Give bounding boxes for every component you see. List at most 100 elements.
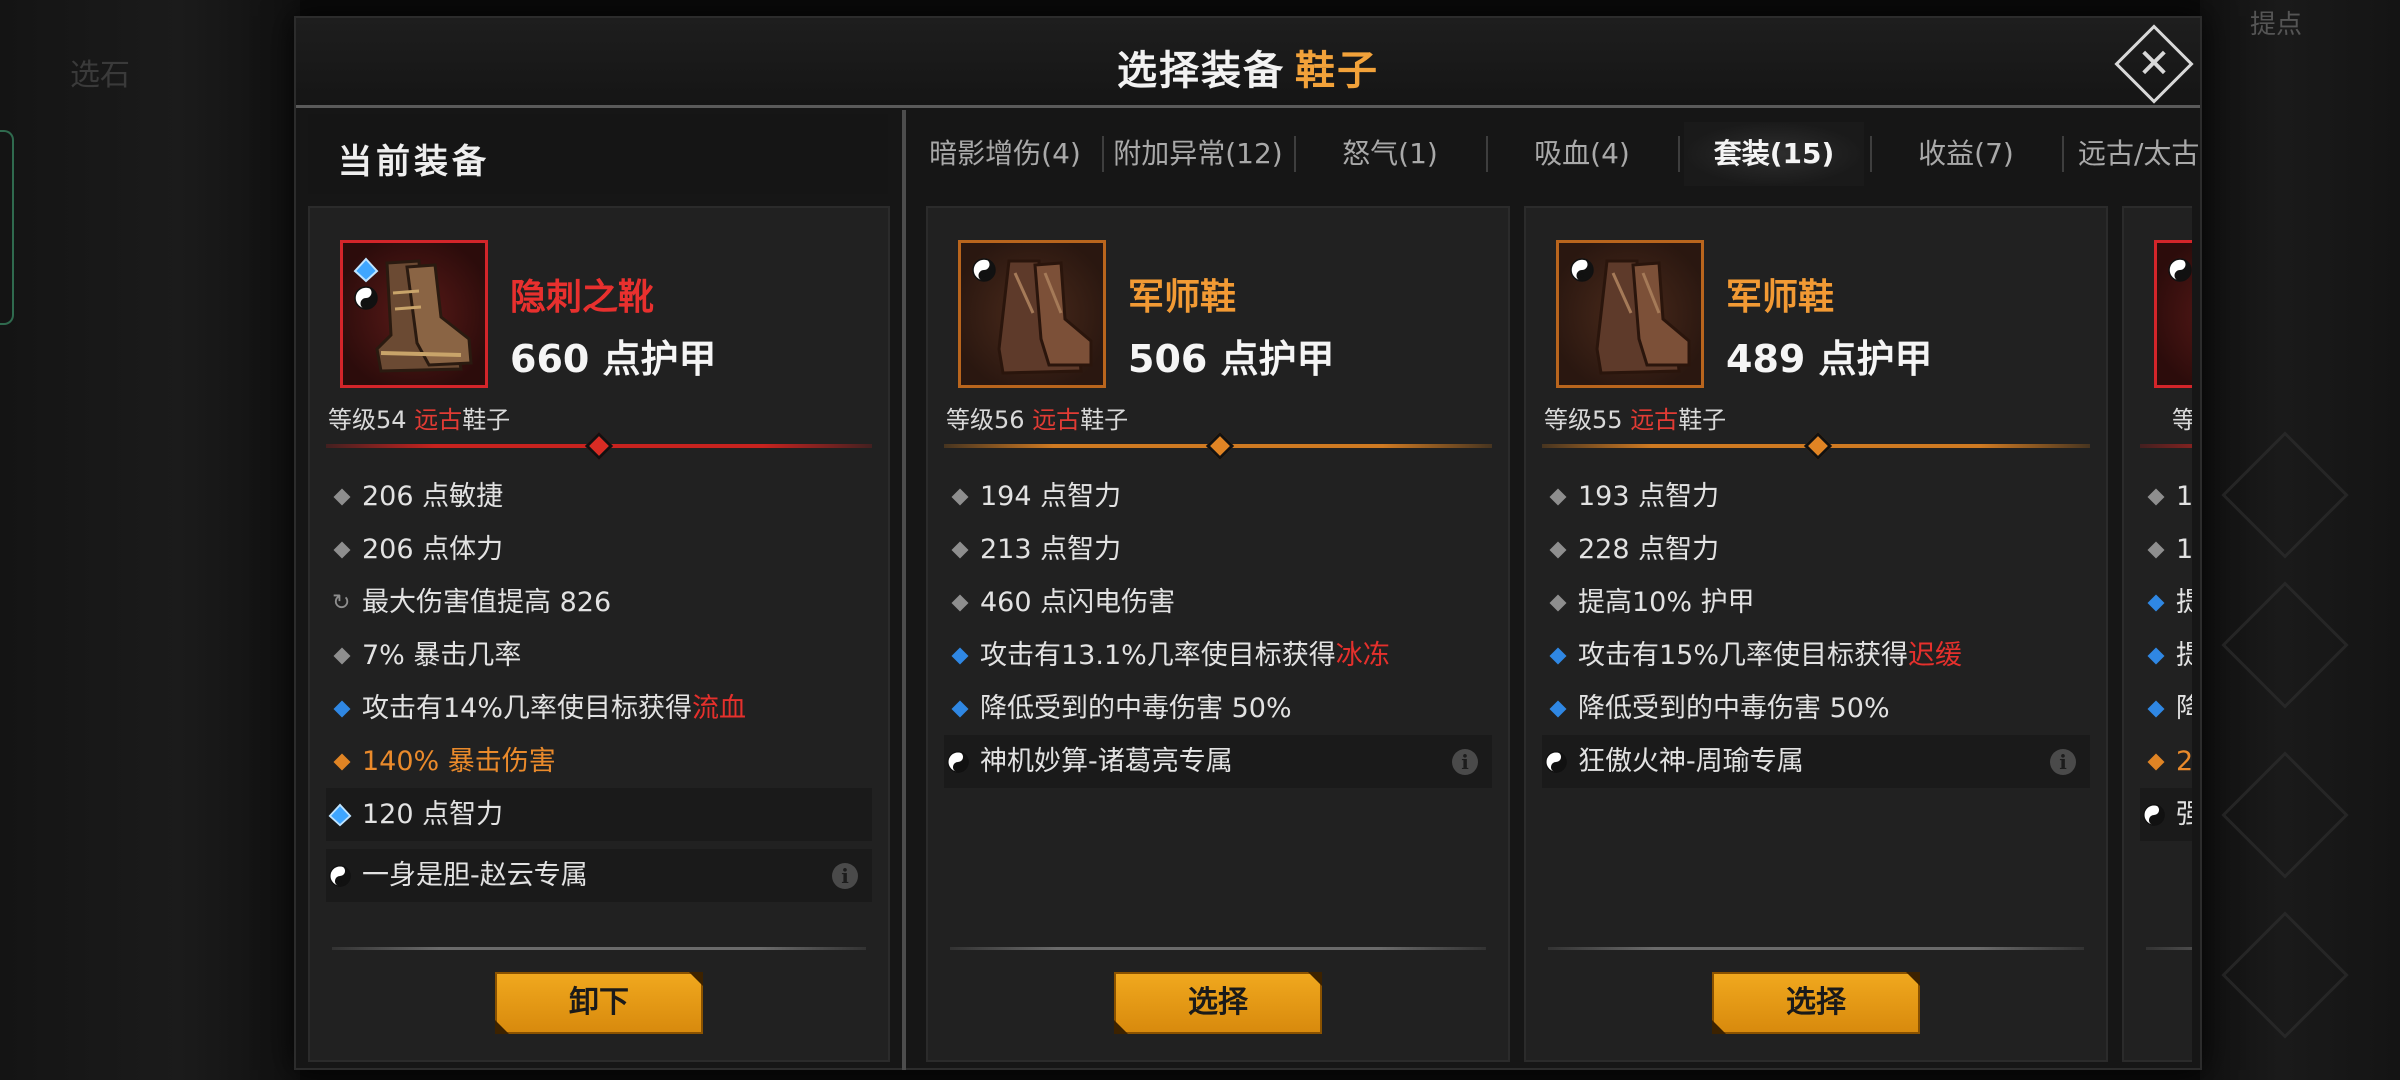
stat-bullet-icon: [2147, 488, 2165, 505]
divider-diamond: [1803, 431, 1833, 461]
stat-list: 193 点智力 228 点智力 提高10% 护甲 攻击有15%几率使目标获得迟缓…: [1542, 470, 2090, 788]
stat-bullet-icon: [2147, 541, 2165, 558]
stat-text: 206 点敏捷: [362, 481, 504, 512]
background-left-panel: [0, 0, 300, 1080]
stat-line: 193 点智力: [1542, 470, 2090, 523]
blue-gem-icon: [328, 802, 352, 826]
stat-bullet-icon: [2147, 700, 2165, 717]
item-icon-frame: [1556, 240, 1704, 388]
tab-shadow-damage[interactable]: 暗影增伤(4): [914, 122, 1096, 186]
item-armor: 489 点护甲: [1726, 337, 1933, 381]
info-icon[interactable]: i: [832, 862, 858, 889]
stat-text: 2: [2176, 746, 2192, 777]
stat-line: 7% 暴击几率: [326, 629, 872, 682]
tab-lifesteal[interactable]: 吸血(4): [1492, 122, 1672, 186]
stat-text: 228 点智力: [1578, 534, 1720, 565]
stat-bullet-icon: [1549, 594, 1567, 611]
stat-line: 降低受到的中毒伤害 50%: [1542, 682, 2090, 735]
stat-text: 1: [2176, 534, 2192, 565]
stat-line: 降: [2140, 682, 2192, 735]
filter-tabs: 暗影增伤(4) 附加异常(12) 怒气(1) 吸血(4) 套装(15) 收益(7…: [914, 122, 2198, 186]
stat-text: 降低受到的中毒伤害 50%: [1578, 693, 1890, 724]
candidate-item-card[interactable]: 军师鞋 506 点护甲 等级56 远古鞋子 194 点智力 213 点智力 46…: [926, 206, 1510, 1062]
yin-yang-icon: [947, 750, 969, 773]
stat-bullet-icon: [2147, 594, 2165, 611]
yin-yang-icon: [972, 258, 996, 282]
stat-line: 194 点智力: [944, 470, 1492, 523]
card-divider: [1548, 947, 2084, 950]
stat-line: ↻ 最大伤害值提高 826: [326, 576, 872, 629]
yin-yang-icon: [2168, 258, 2192, 282]
stat-text: 攻击有13.1%几率使目标获得: [980, 640, 1336, 671]
background-right-text: 提点: [2250, 10, 2303, 40]
tab-separator: [2062, 136, 2064, 172]
stat-bullet-icon: [951, 541, 969, 558]
background-left-text: 选石: [70, 58, 130, 93]
stat-text: 206 点体力: [362, 534, 504, 565]
tab-separator: [1294, 136, 1296, 172]
tab-income[interactable]: 收益(7): [1876, 122, 2056, 186]
divider-diamond: [584, 431, 614, 461]
card-divider: [950, 947, 1486, 950]
clipped-card-viewport: 等 1 1 提 提 降 2 强: [2122, 206, 2192, 1062]
tab-extra-status[interactable]: 附加异常(12): [1108, 122, 1288, 186]
current-item-card[interactable]: 隐刺之靴 660 点护甲 等级54 远古鞋子 206 点敏捷 206 点体力 ↻…: [308, 206, 890, 1062]
item-armor: 660 点护甲: [510, 337, 717, 381]
stat-list: 206 点敏捷 206 点体力 ↻ 最大伤害值提高 826 7% 暴击几率 攻击有…: [326, 470, 872, 902]
tab-rage[interactable]: 怒气(1): [1300, 122, 1480, 186]
stat-line: 206 点体力: [326, 523, 872, 576]
set-stat-line[interactable]: 狂傲火神-周瑜专属 i: [1542, 735, 2090, 788]
card-divider: [2146, 947, 2192, 950]
info-icon[interactable]: i: [1452, 748, 1478, 775]
stat-bullet-icon: [333, 700, 351, 717]
level-text: 等级56: [946, 406, 1025, 434]
stat-text: 攻击有15%几率使目标获得: [1578, 640, 1909, 671]
stat-text: 7% 暴击几率: [362, 640, 522, 671]
stat-line: 213 点智力: [944, 523, 1492, 576]
item-icon-frame: [958, 240, 1106, 388]
equipment-select-dialog: 选择装备 鞋子 ✕ 当前装备 暗影增伤(4) 附加异常(12) 怒气(1) 吸血(…: [294, 16, 2202, 1070]
select-button[interactable]: 选择: [1114, 972, 1322, 1034]
stat-line: 降低受到的中毒伤害 50%: [944, 682, 1492, 735]
item-armor: 506 点护甲: [1128, 337, 1335, 381]
set-stat-line[interactable]: 一身是胆-赵云专属 i: [326, 849, 872, 902]
panel-divider: [902, 110, 906, 1070]
candidate-item-card[interactable]: 军师鞋 489 点护甲 等级55 远古鞋子 193 点智力 228 点智力 提高…: [1524, 206, 2108, 1062]
stat-line: 206 点敏捷: [326, 470, 872, 523]
stat-bullet-icon: [333, 541, 351, 558]
stat-effect: 迟缓: [1908, 640, 1963, 671]
stat-line: 提: [2140, 576, 2192, 629]
blue-gem-icon: [353, 257, 379, 283]
stat-text: 193 点智力: [1578, 481, 1720, 512]
item-icon-frame: [340, 240, 488, 388]
background-side-tab[interactable]: [0, 130, 14, 325]
candidate-item-card-partial[interactable]: 等 1 1 提 提 降 2 强: [2122, 206, 2192, 1062]
stat-text: 神机妙算-诸葛亮专属: [980, 746, 1233, 777]
level-text: 等级54: [328, 406, 407, 434]
close-icon: ✕: [2137, 41, 2171, 87]
info-icon[interactable]: i: [2050, 748, 2076, 775]
unequip-button[interactable]: 卸下: [495, 972, 703, 1034]
stat-text: 降: [2176, 693, 2192, 724]
stat-bullet-icon: [1549, 488, 1567, 505]
set-stat-line[interactable]: 神机妙算-诸葛亮专属 i: [944, 735, 1492, 788]
stat-line: 攻击有15%几率使目标获得迟缓: [1542, 629, 2090, 682]
stat-line: 提高10% 护甲: [1542, 576, 2090, 629]
rarity-divider: [2140, 444, 2192, 448]
tab-separator: [1486, 136, 1488, 172]
stat-bullet-icon: [951, 488, 969, 505]
stat-text: 460 点闪电伤害: [980, 587, 1176, 618]
stat-text: 194 点智力: [980, 481, 1122, 512]
stat-bullet-icon: [2147, 753, 2165, 770]
set-stat-line[interactable]: 强: [2140, 788, 2192, 841]
item-name: 军师鞋: [1128, 277, 1237, 318]
item-level: 等级54 远古鞋子: [328, 400, 510, 435]
close-button[interactable]: ✕: [2114, 24, 2194, 104]
tab-ancient-primal[interactable]: 远古/太古(3: [2068, 122, 2198, 186]
stat-text: 提: [2176, 587, 2192, 618]
rarity-text: 远古: [414, 406, 463, 434]
select-button[interactable]: 选择: [1712, 972, 1920, 1034]
stat-text: 提高10% 护甲: [1578, 587, 1755, 618]
tab-set[interactable]: 套装(15): [1684, 122, 1864, 186]
stat-line: 140% 暴击伤害: [326, 735, 872, 788]
